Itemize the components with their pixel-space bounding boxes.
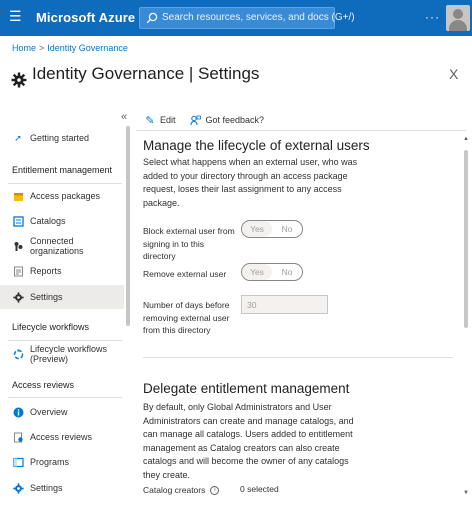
block-external-user-toggle[interactable]: Yes No [241,220,303,238]
days-before-removing-input[interactable]: 30 [241,295,328,314]
global-search-input[interactable]: Search resources, services, and docs (G+… [139,7,355,29]
breadcrumb-current[interactable]: Identity Governance [47,43,128,53]
scroll-down-arrow-icon[interactable]: ▼ [463,490,469,496]
program-icon [12,456,24,468]
rocket-icon: ➚ [14,132,22,143]
sidebar-item-label: Settings [30,292,63,302]
search-icon [146,12,158,24]
review-icon [12,431,24,443]
avatar[interactable] [446,5,470,31]
section-heading-external-users: Manage the lifecycle of external users [143,138,370,153]
sidebar-item-overview[interactable]: Overview [0,400,124,424]
scroll-up-arrow-icon[interactable]: ▲ [463,136,469,142]
search-placeholder: Search resources, services, and docs (G+… [162,12,355,23]
sidebar-item-getting-started[interactable]: ➚ Getting started [0,126,124,150]
sidebar-item-access-packages[interactable]: Access packages [0,184,124,208]
section-divider [143,357,453,358]
sidebar-item-reports[interactable]: Reports [0,259,124,283]
avatar-head [453,9,463,19]
catalog-creators-text: Catalog creators [143,485,206,495]
sidebar-section-lifecycle: Lifecycle workflows [12,322,90,332]
edit-label: Edit [160,115,176,125]
sidebar-section-access-reviews: Access reviews [12,380,75,390]
brand-name[interactable]: Microsoft Azure [36,10,135,25]
sidebar-item-label: Overview [30,407,68,417]
sidebar-item-label: Access reviews [30,432,93,442]
info-icon[interactable]: i [210,485,220,495]
pencil-icon: ✎ [145,114,155,127]
command-bar: ✎ Edit Got feedback? [144,114,278,127]
gear-icon [12,291,24,303]
section-heading-delegate: Delegate entitlement management [143,381,350,396]
block-external-user-label: Block external user from signing in to t… [143,226,235,261]
sidebar-item-review-settings[interactable]: Settings [0,476,124,500]
catalog-creators-label: Catalog creators i [143,485,220,495]
gear-icon [11,72,27,88]
sidebar-section-entitlement: Entitlement management [12,165,113,175]
toggle-no[interactable]: No [272,264,302,280]
toggle-no[interactable]: No [272,221,302,237]
collapse-sidebar-icon[interactable]: « [121,111,127,123]
sidebar-divider [8,340,122,341]
feedback-label: Got feedback? [205,115,265,125]
remove-external-user-label: Remove external user [143,269,227,279]
sidebar-item-label: Reports [30,266,62,276]
remove-external-user-toggle[interactable]: Yes No [241,263,303,281]
command-bar-divider [136,130,466,131]
sidebar-item-access-reviews[interactable]: Access reviews [0,425,124,449]
top-bar: ☰ Microsoft Azure Search resources, serv… [0,0,472,36]
page-more-icon[interactable]: ··· [201,66,216,80]
close-icon[interactable]: X [449,66,458,82]
organization-icon [12,240,24,252]
info-icon [12,406,24,418]
page-title: Identity Governance | Settings [32,64,260,83]
breadcrumb-separator: > [39,43,45,53]
sidebar-item-programs[interactable]: Programs [0,450,124,474]
sidebar-item-label: Settings [30,483,63,493]
breadcrumb-home[interactable]: Home [12,43,36,53]
toggle-yes[interactable]: Yes [242,264,272,280]
feedback-icon [190,114,202,126]
main-scrollbar[interactable] [464,150,468,328]
sidebar-divider [8,397,122,398]
avatar-body [449,20,467,31]
toggle-yes[interactable]: Yes [242,221,272,237]
breadcrumb: Home > Identity Governance [12,43,128,53]
sidebar-item-lifecycle-workflows[interactable]: Lifecycle workflows (Preview) [0,342,124,366]
sidebar-item-catalogs[interactable]: Catalogs [0,209,124,233]
more-options-icon[interactable]: ··· [425,10,440,24]
sidebar-item-label: Programs [30,457,70,467]
sidebar-item-label: Lifecycle workflows (Preview) [30,344,108,364]
report-icon [12,265,24,277]
workflow-icon [12,348,24,360]
catalog-icon [12,215,24,227]
feedback-button[interactable]: Got feedback? [190,114,265,126]
sidebar-item-settings[interactable]: Settings [0,285,124,309]
gear-icon [12,482,24,494]
days-before-removing-label: Number of days before removing external … [143,300,230,335]
sidebar-item-label: Access packages [30,191,101,201]
package-icon [12,190,24,202]
sidebar-item-label: Connected organizations [30,236,84,256]
sidebar-item-label: Catalogs [30,216,66,226]
catalog-creators-value[interactable]: 0 selected [240,484,279,494]
hamburger-menu-icon[interactable]: ☰ [9,9,23,23]
sidebar-scrollbar[interactable] [126,126,130,326]
sidebar-item-label: Getting started [30,133,90,143]
delegate-description: By default, only Global Administrators a… [143,402,354,480]
edit-button[interactable]: ✎ Edit [144,114,176,127]
external-users-description: Select what happens when an external use… [143,157,358,208]
sidebar-item-connected-organizations[interactable]: Connected organizations [0,234,124,258]
